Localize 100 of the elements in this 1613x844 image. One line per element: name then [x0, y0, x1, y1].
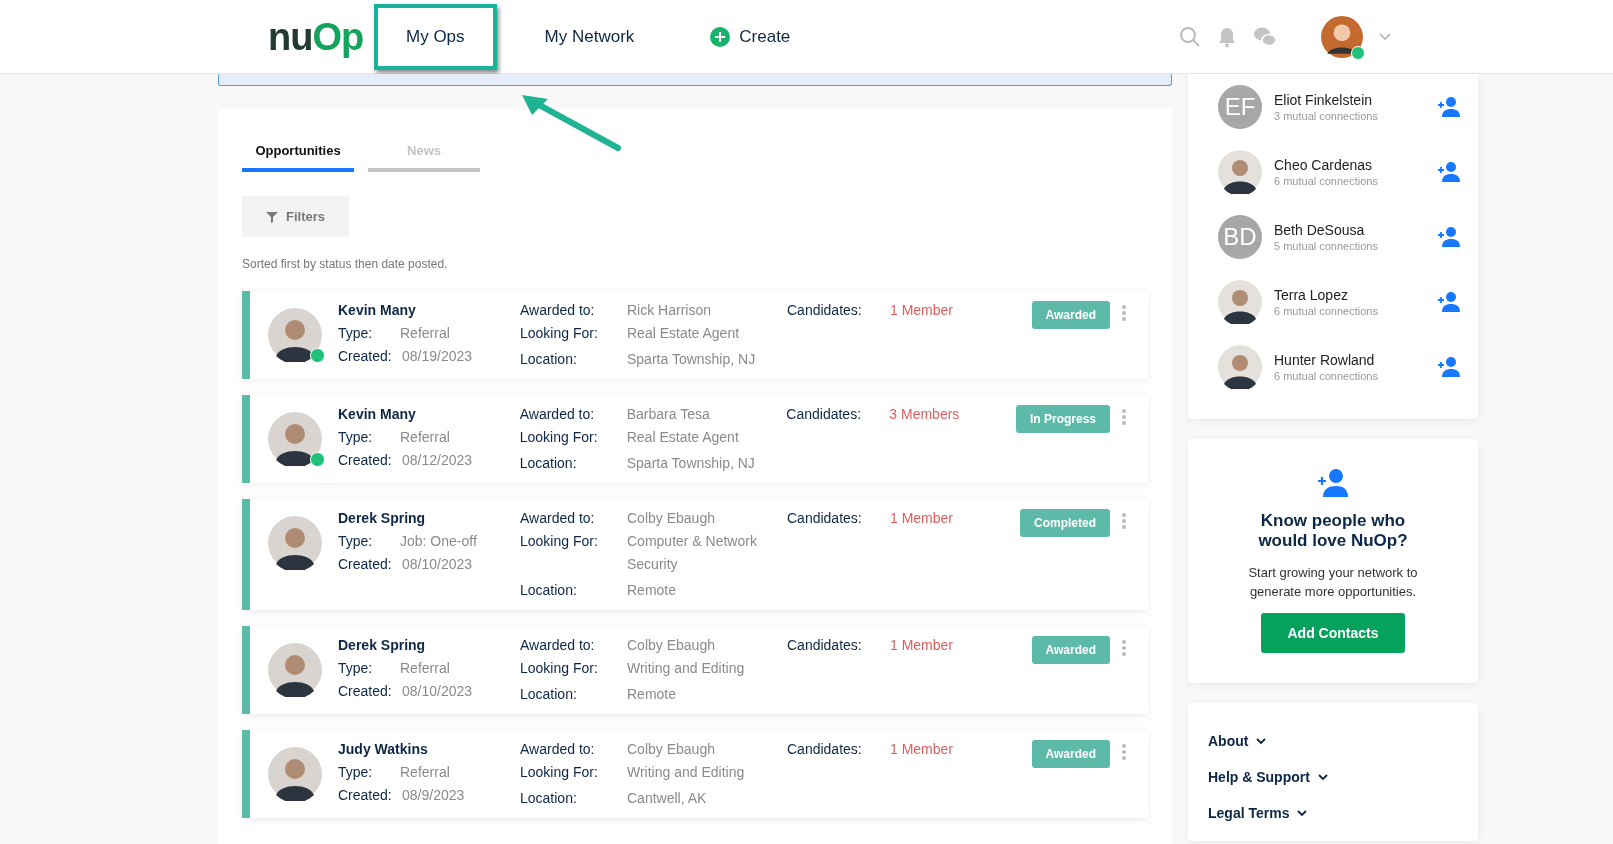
field-label: Location:	[520, 350, 578, 368]
chevron-down-icon[interactable]	[1379, 32, 1391, 41]
field-label: Candidates:	[787, 740, 863, 758]
person-name[interactable]: Beth DeSousa	[1274, 222, 1424, 238]
field-value: Remote	[627, 685, 677, 703]
tab[interactable]: Opportunities	[242, 131, 354, 172]
mutual-connections: 3 mutual connections	[1274, 110, 1379, 122]
invite-title: Know people who would love NuOp?	[1258, 511, 1408, 551]
nuop-logo[interactable]: nuOp	[268, 17, 368, 56]
field-value: Barbara Tesa	[626, 405, 710, 423]
nav-link[interactable]: My Ops	[374, 3, 497, 70]
person-name[interactable]: Terra Lopez	[1274, 287, 1424, 303]
field-label: Created:	[338, 347, 393, 365]
verified-badge-icon	[310, 452, 325, 467]
filters-button[interactable]: Filters	[242, 196, 349, 237]
field-label: Type:	[338, 763, 374, 781]
add-person-icon[interactable]	[1438, 97, 1460, 117]
invite-text: Start growing your network to generate more opportunities.	[1247, 564, 1419, 601]
status-badge: In Progress	[1015, 405, 1110, 433]
field-value: 08/9/2023	[402, 786, 465, 804]
opportunity-card[interactable]: Derek Spring Type: Referral Created: 08/10/2023 Awarded to: Colby Ebaugh Looking For: Writing and Editing Location: Remote Candidates: 1 Member Awarded	[242, 626, 1148, 714]
person-name[interactable]: Hunter Rowland	[1274, 352, 1424, 368]
add-person-icon[interactable]	[1438, 162, 1460, 182]
field-label: Awarded to:	[519, 405, 596, 423]
candidates-count[interactable]: 1 Member	[890, 509, 954, 527]
more-options-icon[interactable]	[1122, 409, 1126, 425]
add-person-icon[interactable]	[1438, 357, 1460, 377]
filter-icon	[266, 210, 278, 223]
field-value: Referral	[400, 659, 450, 677]
footer-link[interactable]: Help & Support	[1208, 769, 1458, 785]
footer-link[interactable]: About	[1208, 733, 1458, 749]
field-label: Looking For:	[519, 428, 599, 447]
opportunity-card[interactable]: Derek Spring Type: Job: One-off Created: 08/10/2023 Awarded to: Colby Ebaugh Looking For: Computer & Network Security Location: Remote Candidates: 1 Member Completed	[242, 499, 1148, 610]
field-label: Candidates:	[787, 301, 863, 319]
field-label: Candidates:	[786, 405, 863, 423]
candidates-count[interactable]: 1 Member	[890, 636, 954, 654]
opportunity-card[interactable]: Judy Watkins Type: Referral Created: 08/9/2023 Awarded to: Colby Ebaugh Looking For: Writing and Editing Location: Cantwell, AK Candidates: 1 Member Awarded	[242, 730, 1148, 818]
field-label: Type:	[338, 659, 374, 677]
field-value: Remote	[627, 581, 677, 599]
field-label: Looking For:	[520, 659, 599, 678]
bell-icon[interactable]	[1217, 25, 1237, 48]
field-label: Candidates:	[787, 509, 863, 527]
avatar-photo	[268, 747, 322, 801]
status-badge: Awarded	[1031, 636, 1110, 664]
chat-bubbles-icon[interactable]	[1253, 25, 1277, 48]
avatar-photo	[268, 516, 322, 570]
field-value: Job: One-off	[400, 532, 477, 550]
avatar-photo	[1218, 280, 1262, 324]
more-options-icon[interactable]	[1122, 744, 1126, 760]
candidates-count[interactable]: 1 Member	[890, 301, 954, 319]
verified-badge-icon	[310, 348, 325, 363]
field-value: Real Estate Agent	[626, 428, 740, 447]
field-value: Rick Harrison	[627, 301, 711, 319]
mutual-connections: 6 mutual connections	[1274, 305, 1379, 317]
chevron-down-icon	[1256, 737, 1267, 745]
poster-name: Kevin Many	[338, 301, 417, 319]
add-person-icon[interactable]	[1438, 292, 1460, 312]
field-label: Looking For:	[520, 532, 599, 551]
field-value: Sparta Township, NJ	[627, 350, 756, 368]
search-icon[interactable]	[1179, 25, 1201, 48]
add-person-icon	[1318, 469, 1348, 497]
field-label: Awarded to:	[520, 636, 596, 654]
more-options-icon[interactable]	[1122, 513, 1126, 529]
field-value: Computer & Network Security	[627, 532, 758, 574]
avatar-photo	[268, 412, 322, 466]
field-value: Real Estate Agent	[627, 324, 741, 343]
user-avatar[interactable]	[1321, 15, 1363, 58]
candidates-count[interactable]: 3 Members	[889, 405, 960, 423]
field-value: Colby Ebaugh	[627, 509, 715, 527]
add-person-icon[interactable]	[1438, 227, 1460, 247]
avatar-photo	[1218, 345, 1262, 389]
person-name[interactable]: Eliot Finkelstein	[1274, 92, 1424, 108]
field-label: Location:	[520, 685, 578, 703]
field-value: Cantwell, AK	[627, 789, 707, 807]
field-label: Awarded to:	[520, 301, 596, 319]
field-label: Type:	[338, 428, 374, 446]
mutual-connections: 6 mutual connections	[1274, 175, 1379, 187]
opportunity-card[interactable]: Kevin Many Type: Referral Created: 08/12/2023 Awarded to: Barbara Tesa Looking For: Real Estate Agent Location: Sparta Township, NJ Candidates: 3 Members In Progress	[242, 395, 1148, 483]
sort-note: Sorted first by status then date posted.	[242, 257, 449, 271]
opportunity-card[interactable]: Kevin Many Type: Referral Created: 08/19/2023 Awarded to: Rick Harrison Looking For: Real Estate Agent Location: Sparta Township, NJ Candidates: 1 Member Awarded	[242, 291, 1148, 379]
more-options-icon[interactable]	[1122, 305, 1126, 321]
field-value: Sparta Township, NJ	[626, 454, 755, 472]
chevron-down-icon	[1297, 809, 1308, 817]
field-value: Writing and Editing	[627, 659, 746, 678]
field-value: Writing and Editing	[627, 763, 746, 782]
field-value: Referral	[400, 324, 450, 342]
plus-circle-icon	[710, 26, 731, 47]
field-label: Created:	[338, 451, 393, 469]
chevron-down-icon	[1317, 773, 1328, 781]
nav-link[interactable]: My Network	[512, 3, 667, 70]
footer-link[interactable]: Legal Terms	[1208, 805, 1458, 821]
candidates-count[interactable]: 1 Member	[890, 740, 954, 758]
more-options-icon[interactable]	[1122, 640, 1126, 656]
person-name[interactable]: Cheo Cardenas	[1274, 157, 1424, 173]
poster-name: Kevin Many	[338, 405, 417, 423]
poster-name: Judy Watkins	[338, 740, 429, 758]
initials-avatar: BD	[1218, 215, 1262, 259]
field-label: Type:	[338, 532, 374, 550]
initials-avatar: EF	[1218, 85, 1262, 129]
create-link[interactable]: Create	[682, 3, 819, 70]
